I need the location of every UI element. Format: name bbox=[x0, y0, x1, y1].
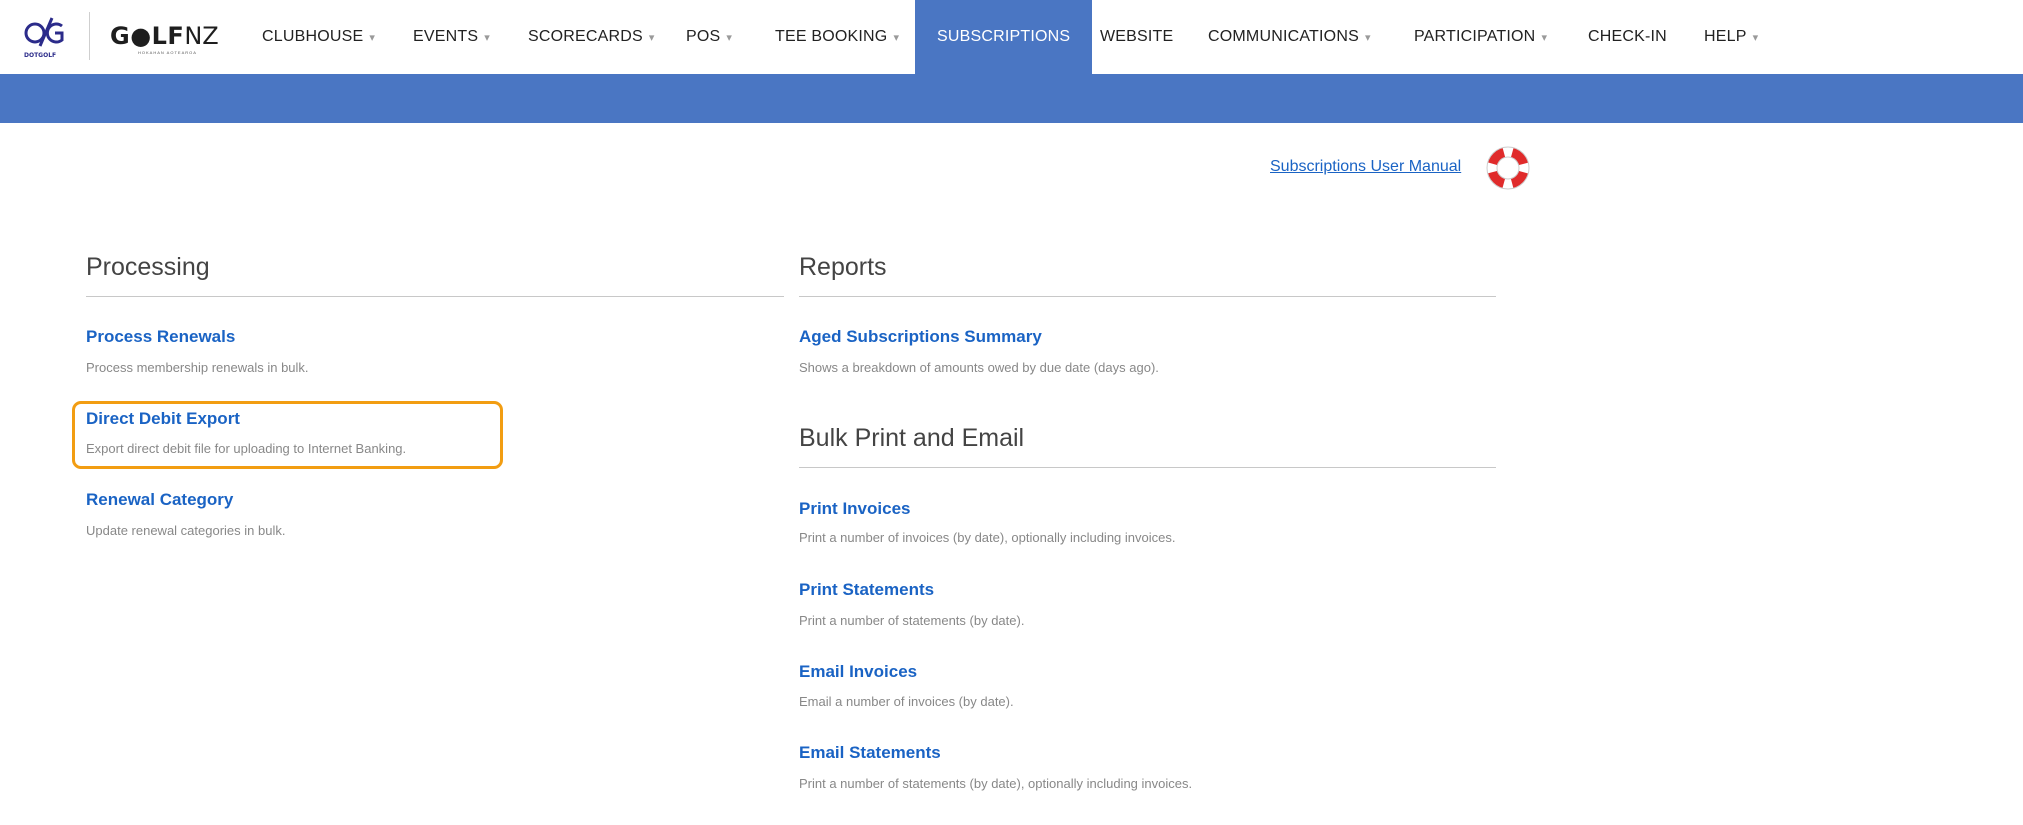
process-renewals-link[interactable]: Process Renewals bbox=[86, 327, 235, 347]
chevron-down-icon: ▾ bbox=[1752, 32, 1759, 44]
chevron-down-icon: ▾ bbox=[484, 32, 490, 44]
email-invoices-desc: Email a number of invoices (by date). bbox=[799, 694, 1014, 709]
nav-pos[interactable]: POS ▾ bbox=[686, 0, 732, 74]
aged-subscriptions-summary-desc: Shows a breakdown of amounts owed by due… bbox=[799, 360, 1159, 375]
bulk-print-email-heading: Bulk Print and Email bbox=[799, 424, 1025, 452]
nav-label: COMMUNICATIONS bbox=[1208, 28, 1359, 45]
nav-check-in[interactable]: CHECK-IN bbox=[1588, 0, 1667, 74]
nav-label: PARTICIPATION bbox=[1414, 28, 1536, 45]
direct-debit-export-highlight bbox=[72, 401, 503, 469]
logo-divider bbox=[89, 12, 90, 60]
print-statements-desc: Print a number of statements (by date). bbox=[799, 613, 1025, 628]
chevron-down-icon: ▾ bbox=[369, 32, 376, 44]
top-navigation: DOTGOLF G●LFNZ HOKAHAN AOTEAROA CLUBHOUS… bbox=[0, 0, 2023, 74]
chevron-down-icon: ▾ bbox=[726, 32, 733, 44]
nav-label: SCORECARDS bbox=[528, 28, 643, 45]
chevron-down-icon: ▾ bbox=[648, 32, 655, 44]
nav-label: WEBSITE bbox=[1100, 28, 1174, 45]
golfnz-logo-main: G●LF bbox=[110, 22, 185, 50]
renewal-category-link[interactable]: Renewal Category bbox=[86, 490, 233, 510]
email-statements-desc: Print a number of statements (by date), … bbox=[799, 776, 1193, 791]
lifebuoy-icon[interactable] bbox=[1486, 146, 1530, 190]
processing-heading: Processing bbox=[86, 253, 210, 281]
nav-label: CHECK-IN bbox=[1588, 28, 1667, 45]
nav-label: POS bbox=[686, 28, 721, 45]
renewal-category-desc: Update renewal categories in bulk. bbox=[86, 523, 286, 538]
dotgolf-label: DOTGOLF bbox=[24, 52, 56, 59]
print-invoices-link[interactable]: Print Invoices bbox=[799, 499, 910, 519]
chevron-down-icon: ▾ bbox=[893, 32, 900, 44]
process-renewals-desc: Process membership renewals in bulk. bbox=[86, 360, 309, 375]
nav-subscriptions[interactable]: SUBSCRIPTIONS bbox=[915, 0, 1093, 74]
nav-label: SUBSCRIPTIONS bbox=[937, 28, 1071, 45]
print-invoices-desc: Print a number of invoices (by date), op… bbox=[799, 530, 1176, 545]
nav-tee-booking[interactable]: TEE BOOKING ▾ bbox=[775, 0, 899, 74]
header-band bbox=[0, 74, 2023, 123]
email-invoices-link[interactable]: Email Invoices bbox=[799, 662, 917, 682]
subscriptions-user-manual-link[interactable]: Subscriptions User Manual bbox=[1270, 158, 1461, 176]
email-statements-link[interactable]: Email Statements bbox=[799, 743, 941, 763]
nav-label: HELP bbox=[1704, 28, 1747, 45]
nav-events[interactable]: EVENTS ▾ bbox=[413, 0, 490, 74]
golfnz-logo[interactable]: G●LFNZ HOKAHAN AOTEAROA bbox=[110, 22, 219, 55]
aged-subscriptions-summary-link[interactable]: Aged Subscriptions Summary bbox=[799, 327, 1042, 347]
nav-label: EVENTS bbox=[413, 28, 479, 45]
nav-website[interactable]: WEBSITE bbox=[1100, 0, 1173, 74]
nav-help[interactable]: HELP ▾ bbox=[1704, 0, 1758, 74]
reports-divider bbox=[799, 296, 1496, 297]
nav-scorecards[interactable]: SCORECARDS ▾ bbox=[528, 0, 655, 74]
golfnz-logo-nz: NZ bbox=[184, 22, 219, 50]
nav-label: CLUBHOUSE bbox=[262, 28, 364, 45]
chevron-down-icon: ▾ bbox=[1364, 32, 1371, 44]
dotgolf-logo[interactable]: DOTGOLF bbox=[22, 14, 66, 60]
bulk-print-email-divider bbox=[799, 467, 1496, 468]
nav-clubhouse[interactable]: CLUBHOUSE ▾ bbox=[262, 0, 375, 74]
processing-divider bbox=[86, 296, 784, 297]
chevron-down-icon: ▾ bbox=[1541, 32, 1548, 44]
golfnz-logo-sub: HOKAHAN AOTEAROA bbox=[138, 50, 197, 55]
nav-label: TEE BOOKING bbox=[775, 28, 888, 45]
print-statements-link[interactable]: Print Statements bbox=[799, 580, 934, 600]
nav-participation[interactable]: PARTICIPATION ▾ bbox=[1414, 0, 1547, 74]
reports-heading: Reports bbox=[799, 253, 887, 281]
nav-communications[interactable]: COMMUNICATIONS ▾ bbox=[1208, 0, 1371, 74]
